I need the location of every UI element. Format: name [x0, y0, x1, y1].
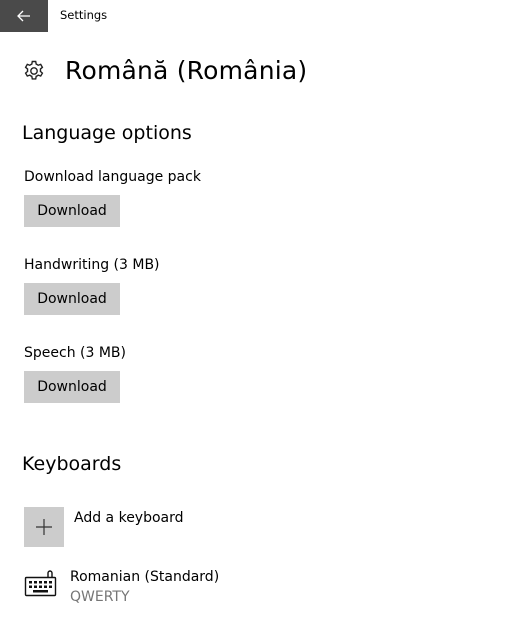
keyboard-layout: QWERTY — [70, 589, 130, 605]
gear-icon — [24, 60, 44, 80]
add-keyboard-button[interactable]: Add a keyboard — [24, 507, 184, 547]
download-speech-button[interactable]: Download — [24, 371, 120, 403]
keyboards-heading: Keyboards — [22, 453, 122, 475]
language-options-heading: Language options — [22, 122, 192, 144]
download-handwriting-button[interactable]: Download — [24, 283, 120, 315]
keyboard-name: Romanian (Standard) — [70, 569, 220, 585]
title-bar: Settings — [0, 0, 516, 32]
handwriting-label: Handwriting (3 MB) — [24, 257, 160, 273]
keyboard-icon — [24, 570, 57, 597]
keyboard-text: Romanian (Standard) QWERTY — [70, 568, 219, 607]
speech-label: Speech (3 MB) — [24, 345, 126, 361]
language-pack-label: Download language pack — [24, 169, 201, 185]
back-arrow-icon — [17, 10, 30, 22]
app-title: Settings — [60, 8, 108, 22]
keyboard-item[interactable]: Romanian (Standard) QWERTY — [24, 568, 219, 607]
add-keyboard-label: Add a keyboard — [74, 510, 184, 526]
back-button[interactable] — [0, 0, 48, 32]
page-title: Română (România) — [65, 56, 308, 85]
download-language-pack-button[interactable]: Download — [24, 195, 120, 227]
plus-icon — [36, 519, 52, 535]
page-header: Română (România) — [22, 56, 307, 85]
add-keyboard-tile[interactable] — [24, 507, 64, 547]
